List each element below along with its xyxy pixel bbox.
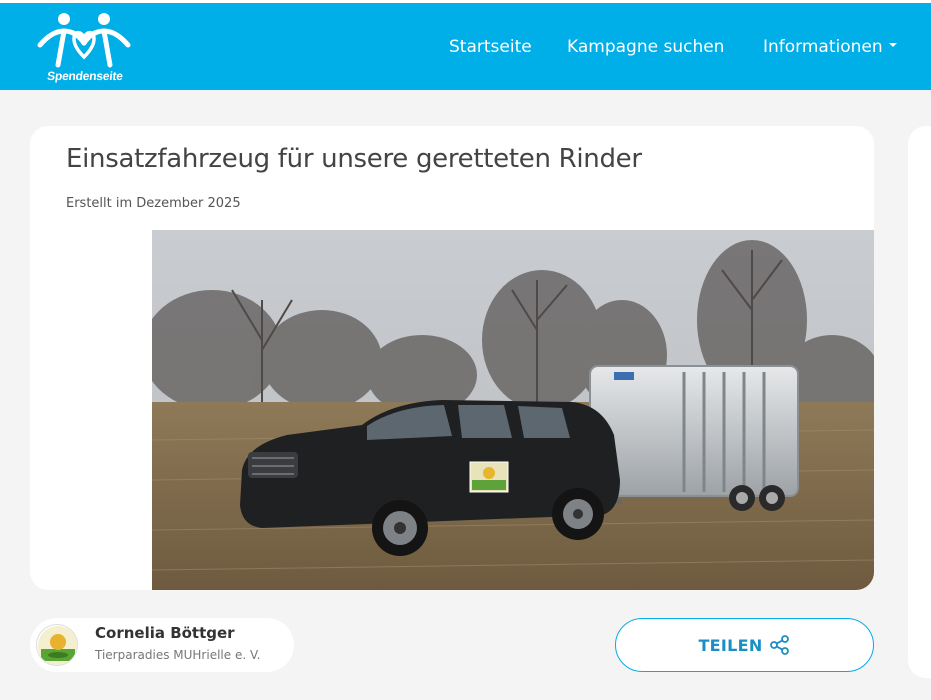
author-avatar <box>36 624 78 666</box>
navbar: Spendenseite Startseite Kampagne suchen … <box>0 3 931 90</box>
logo-figures-icon <box>37 13 131 68</box>
campaign-card: Einsatzfahrzeug für unsere geretteten Ri… <box>30 126 874 590</box>
author-card[interactable]: Cornelia Böttger Tierparadies MUHrielle … <box>30 618 294 672</box>
share-button[interactable]: TEILEN <box>615 618 874 672</box>
campaign-photo <box>152 230 874 590</box>
campaign-title: Einsatzfahrzeug für unsere geretteten Ri… <box>66 144 642 174</box>
campaign-photo-image <box>152 230 874 590</box>
logo-text: Spendenseite <box>46 69 124 83</box>
author-organization: Tierparadies MUHrielle e. V. <box>95 648 261 662</box>
organization-logo-icon <box>38 626 77 665</box>
nav-search-link[interactable]: Kampagne suchen <box>567 37 724 57</box>
share-label: TEILEN <box>698 635 763 655</box>
nav-home-link[interactable]: Startseite <box>449 37 532 57</box>
side-card <box>908 126 931 678</box>
campaign-created-date: Erstellt im Dezember 2025 <box>66 196 241 211</box>
share-button-content: TEILEN <box>616 619 873 671</box>
site-logo[interactable]: Spendenseite <box>34 9 134 89</box>
nav-info-dropdown[interactable]: Informationen <box>763 37 897 57</box>
caret-down-icon <box>888 43 897 47</box>
nav-info-label: Informationen <box>763 37 883 57</box>
author-name: Cornelia Böttger <box>95 624 235 642</box>
share-icon <box>769 635 789 655</box>
